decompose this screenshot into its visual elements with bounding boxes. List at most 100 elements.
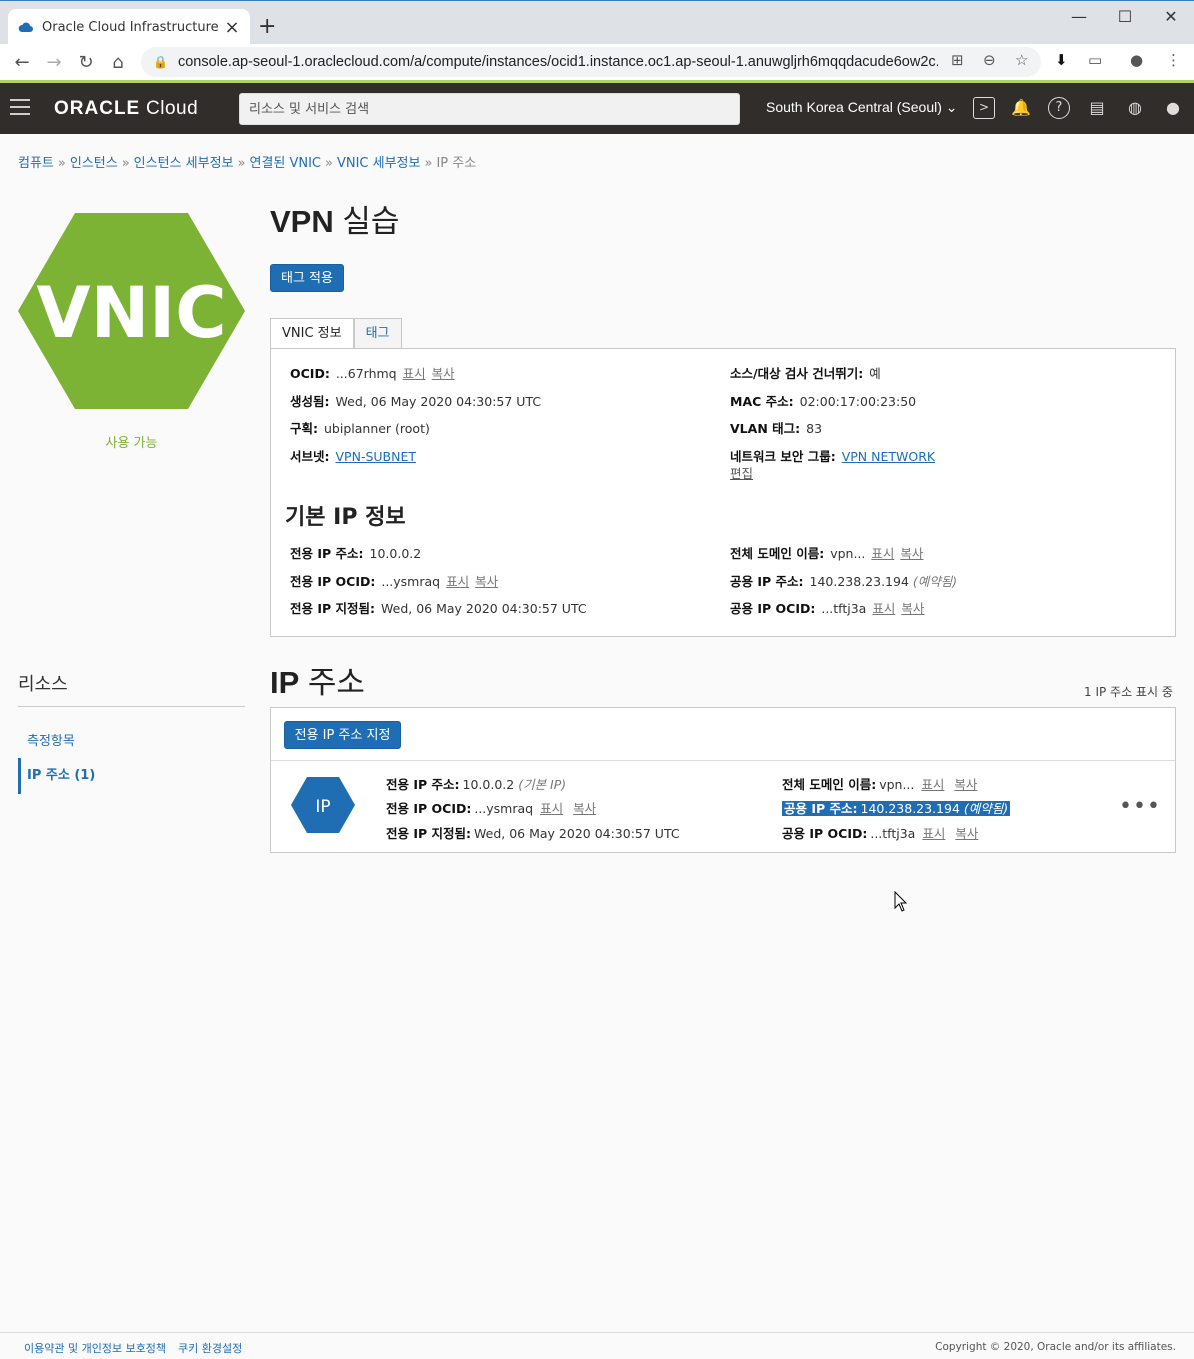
lifecycle-status: 사용 가능 — [105, 436, 158, 451]
subnet-link[interactable]: VPN-SUBNET — [336, 449, 417, 464]
sidebar-item-metrics[interactable]: 측정항목 — [18, 730, 75, 749]
page-footer: 이용약관 및 개인정보 보호정책 쿠키 환경설정 Copyright © 202… — [0, 1332, 1194, 1359]
row-private-ip-assigned: 전용 IP 지정됨: Wed, 06 May 2020 04:30:57 UTC — [386, 826, 680, 841]
nsg-row: 네트워크 보안 그룹: VPN NETWORK — [730, 449, 936, 464]
vnic-hexagon-badge: VNIC — [18, 213, 245, 409]
cookie-preferences-link[interactable]: 쿠키 환경설정 — [178, 1340, 242, 1356]
translate-icon[interactable]: ⊞ — [951, 51, 964, 69]
mouse-cursor-icon — [894, 890, 908, 916]
globe-icon[interactable]: ◍ — [1124, 97, 1146, 119]
mac-row: MAC 주소: 02:00:17:00:23:50 — [730, 394, 917, 409]
chevron-down-icon: ⌄ — [945, 99, 958, 115]
tab-vnic-info[interactable]: VNIC 정보 — [270, 318, 354, 349]
page-title: VPN 실습 — [270, 204, 400, 239]
profile-icon[interactable]: ● — [1130, 51, 1143, 69]
privacy-link[interactable]: 이용약관 및 개인정보 보호정책 — [24, 1340, 166, 1356]
breadcrumb-instances[interactable]: 인스턴스 — [70, 156, 118, 171]
row-private-ip: 전용 IP 주소: 10.0.0.2 (기본 IP) — [386, 777, 567, 792]
created-row: 생성됨: Wed, 06 May 2020 04:30:57 UTC — [290, 394, 542, 409]
bell-icon[interactable]: 🔔 — [1010, 97, 1032, 119]
user-profile-icon[interactable]: ● — [1162, 97, 1184, 119]
copy-private-ocid-link[interactable]: 복사 — [475, 574, 498, 589]
primary-ip-heading: 기본 IP 정보 — [285, 505, 406, 530]
back-icon[interactable]: ← — [6, 52, 38, 73]
show-private-ocid-link[interactable]: 표시 — [446, 574, 469, 589]
vlan-row: VLAN 태그: 83 — [730, 421, 823, 436]
breadcrumb-attached-vnics[interactable]: 연결된 VNIC — [249, 156, 321, 171]
browser-menu-icon[interactable]: ⋮ — [1166, 51, 1181, 69]
show-public-ocid-link[interactable]: 표시 — [872, 601, 895, 616]
home-icon[interactable]: ⌂ — [102, 52, 134, 73]
forward-icon[interactable]: → — [38, 52, 70, 73]
browser-tab[interactable]: Oracle Cloud Infrastructure × — [8, 9, 250, 45]
private-ip-assigned-row: 전용 IP 지정됨: Wed, 06 May 2020 04:30:57 UTC — [290, 601, 587, 616]
skip-check-row: 소스/대상 검사 건너뛰기: 예 — [730, 366, 881, 381]
public-ip-ocid-row: 공용 IP OCID: ...tftj3a 표시 복사 — [730, 601, 925, 616]
copy-row-public-ocid-link[interactable]: 복사 — [955, 826, 978, 841]
vnic-info-panel: OCID: ...67rhmq 표시 복사 생성됨: Wed, 06 May 2020 … — [270, 348, 1176, 637]
row-private-ip-ocid: 전용 IP OCID: ...ysmraq 표시 복사 — [386, 801, 597, 816]
url-text: console.ap-seoul-1.oraclecloud.com/a/com… — [177, 54, 938, 70]
private-ip-row: 전용 IP 주소: 10.0.0.2 — [290, 546, 422, 561]
edit-nsg-link[interactable]: 편집 — [730, 466, 753, 481]
resources-heading: 리소스 — [18, 674, 68, 695]
svg-text:IP: IP — [315, 797, 330, 817]
ip-hexagon-icon: IP — [291, 777, 355, 833]
details-tabs: VNIC 정보 태그 — [270, 318, 402, 349]
resource-search-input[interactable]: 리소스 및 서비스 검색 — [239, 93, 740, 125]
reload-icon[interactable]: ↻ — [70, 52, 102, 73]
copy-row-fqdn-link[interactable]: 복사 — [954, 777, 977, 792]
help-icon[interactable]: ? — [1048, 97, 1070, 119]
tab-tags[interactable]: 태그 — [353, 318, 402, 349]
nsg-link[interactable]: VPN NETWORK — [842, 449, 935, 464]
lock-icon: 🔒 — [153, 55, 168, 69]
fqdn-row: 전체 도메인 이름: vpn... 표시 복사 — [730, 546, 924, 561]
maximize-icon[interactable]: ☐ — [1102, 7, 1148, 26]
close-tab-icon[interactable]: × — [224, 17, 240, 38]
ip-addresses-title: IP 주소 — [270, 665, 365, 700]
show-row-private-ocid-link[interactable]: 표시 — [540, 801, 563, 816]
show-row-fqdn-link[interactable]: 표시 — [921, 777, 944, 792]
extension-2-icon[interactable]: ▭ — [1088, 51, 1102, 69]
new-tab-icon[interactable]: + — [258, 14, 276, 39]
copy-ocid-link[interactable]: 복사 — [432, 366, 455, 381]
copy-public-ocid-link[interactable]: 복사 — [901, 601, 924, 616]
nsg-edit-row: 편집 — [730, 463, 753, 482]
cloud-icon — [18, 19, 34, 35]
private-ip-ocid-row: 전용 IP OCID: ...ysmraq 표시 복사 — [290, 574, 499, 589]
zoom-icon[interactable]: ⊖ — [983, 51, 996, 69]
copyright: Copyright © 2020, Oracle and/or its affi… — [935, 1341, 1176, 1353]
assign-private-ip-button[interactable]: 전용 IP 주소 지정 — [284, 721, 401, 749]
breadcrumb-vnic-details[interactable]: VNIC 세부정보 — [337, 156, 421, 171]
region-selector[interactable]: South Korea Central (Seoul) ⌄ — [766, 99, 958, 116]
show-row-public-ocid-link[interactable]: 표시 — [922, 826, 945, 841]
oracle-cloud-logo[interactable]: ORACLE Cloud — [54, 98, 198, 120]
address-bar[interactable]: 🔒 console.ap-seoul-1.oraclecloud.com/a/c… — [141, 47, 1041, 77]
hamburger-menu-icon[interactable] — [10, 99, 30, 120]
breadcrumb-current: IP 주소 — [436, 156, 477, 171]
breadcrumb: 컴퓨트» 인스턴스» 인스턴스 세부정보» 연결된 VNIC» VNIC 세부정보» IP… — [18, 156, 477, 171]
selected-text: 공용 IP 주소: 140.238.23.194 (예약됨) — [782, 801, 1011, 816]
breadcrumb-compute[interactable]: 컴퓨트 — [18, 156, 54, 171]
feedback-icon[interactable]: ▤ — [1086, 97, 1108, 119]
divider — [18, 706, 245, 707]
extension-icon[interactable]: ⬇ — [1055, 51, 1068, 69]
cloud-shell-icon[interactable]: > — [973, 97, 995, 119]
ocid-row: OCID: ...67rhmq 표시 복사 — [290, 366, 455, 381]
sidebar-item-ip-addresses[interactable]: IP 주소 (1) — [18, 758, 95, 794]
row-public-ip: 공용 IP 주소: 140.238.23.194 (예약됨) — [782, 798, 1011, 817]
breadcrumb-instance-details[interactable]: 인스턴스 세부정보 — [134, 156, 234, 171]
svg-text:VNIC: VNIC — [36, 272, 226, 354]
browser-tab-bar: Oracle Cloud Infrastructure × + — ☐ ✕ — [0, 0, 1194, 45]
apply-tags-button[interactable]: 태그 적용 — [270, 264, 344, 292]
show-fqdn-link[interactable]: 표시 — [871, 546, 894, 561]
copy-row-private-ocid-link[interactable]: 복사 — [573, 801, 596, 816]
close-window-icon[interactable]: ✕ — [1148, 7, 1194, 26]
public-ip-row: 공용 IP 주소: 140.238.23.194 (예약됨) — [730, 574, 958, 589]
bookmark-star-icon[interactable]: ☆ — [1015, 51, 1028, 69]
minimize-icon[interactable]: — — [1056, 7, 1102, 26]
result-count: 1 IP 주소 표시 중 — [1084, 685, 1173, 699]
row-actions-menu-icon[interactable]: ••• — [1119, 794, 1161, 819]
show-ocid-link[interactable]: 표시 — [403, 366, 426, 381]
copy-fqdn-link[interactable]: 복사 — [900, 546, 923, 561]
